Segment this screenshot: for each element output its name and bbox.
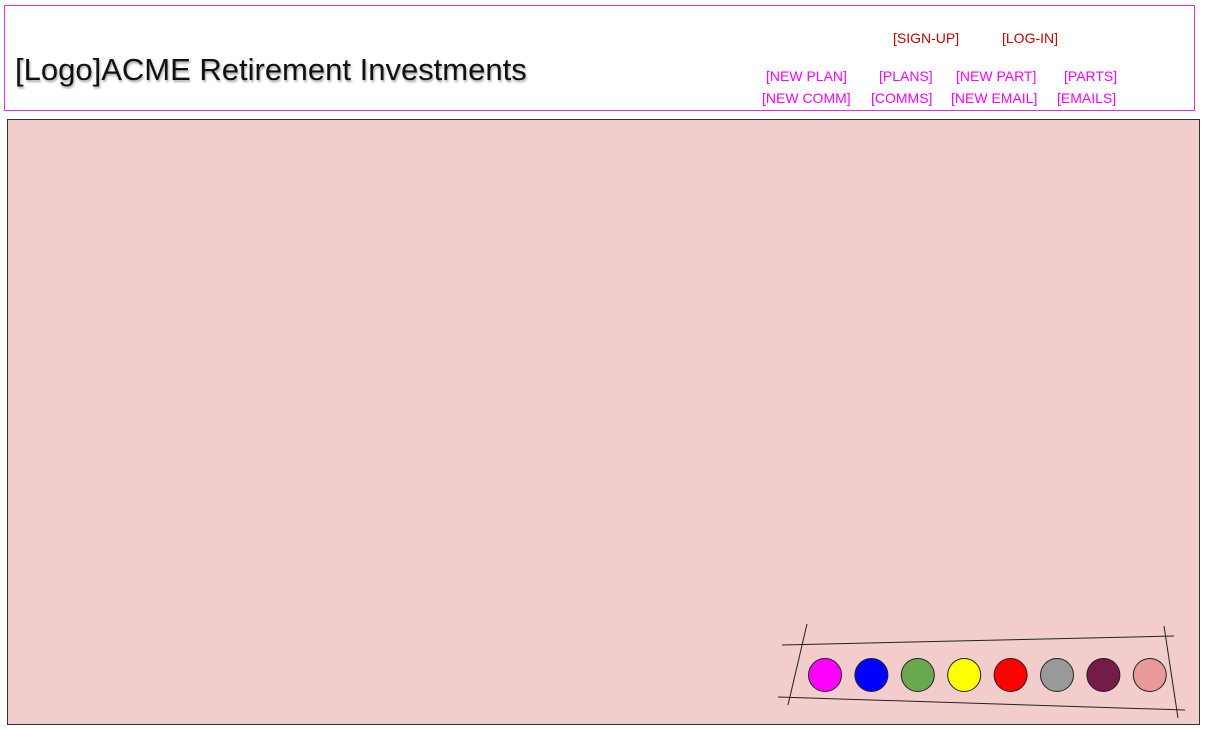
- swatch-yellow[interactable]: [947, 658, 982, 692]
- nav-new-part-link[interactable]: [NEW PART]: [956, 68, 1036, 84]
- nav-new-plan-link[interactable]: [NEW PLAN]: [766, 68, 847, 84]
- site-header: [Logo]ACME Retirement Investments [SIGN-…: [4, 5, 1195, 111]
- nav-new-comm-link[interactable]: [NEW COMM]: [762, 90, 851, 106]
- palette-swatches: [808, 658, 1167, 692]
- nav-parts-link[interactable]: [PARTS]: [1064, 68, 1117, 84]
- signup-link[interactable]: [SIGN-UP]: [893, 30, 959, 46]
- nav-new-email-link[interactable]: [NEW EMAIL]: [951, 90, 1037, 106]
- color-palette: [777, 623, 1186, 719]
- swatch-red[interactable]: [993, 658, 1028, 692]
- swatch-plum[interactable]: [1086, 658, 1121, 692]
- nav-comms-link[interactable]: [COMMS]: [871, 90, 932, 106]
- brand-logo-title[interactable]: [Logo]ACME Retirement Investments: [15, 52, 527, 88]
- swatch-magenta[interactable]: [808, 658, 842, 692]
- login-link[interactable]: [LOG-IN]: [1002, 30, 1058, 46]
- swatch-green[interactable]: [900, 658, 935, 692]
- nav-emails-link[interactable]: [EMAILS]: [1057, 90, 1116, 106]
- swatch-rose[interactable]: [1132, 658, 1167, 692]
- swatch-blue[interactable]: [854, 658, 889, 692]
- nav-plans-link[interactable]: [PLANS]: [879, 68, 933, 84]
- swatch-gray[interactable]: [1040, 658, 1074, 692]
